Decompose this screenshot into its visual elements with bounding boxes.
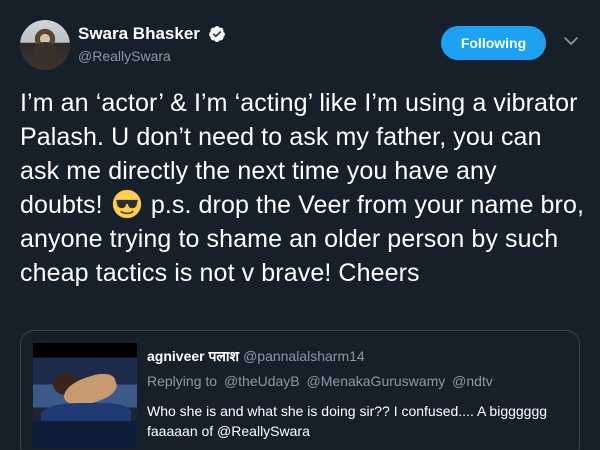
chevron-down-icon[interactable] <box>562 32 580 50</box>
quoted-tweet-text: Who she is and what she is doing sir?? I… <box>147 403 548 439</box>
quoted-tweet-author: agniveer पलाश @pannalalsharm14 <box>147 347 567 366</box>
tweet-text: I’m an ‘actor’ & I’m ‘acting’ like I’m u… <box>20 86 585 290</box>
tweet-header: Swara Bhasker @ReallySwara Following <box>20 18 585 70</box>
quoted-tweet-image[interactable] <box>33 343 137 447</box>
author-display-name[interactable]: Swara Bhasker <box>78 24 200 44</box>
quoted-author-name: agniveer पलाश <box>147 348 240 364</box>
replying-to-mention[interactable]: @theUdayB <box>224 373 300 389</box>
tweet-card: Swara Bhasker @ReallySwara Following I’m… <box>0 0 600 450</box>
quoted-tweet[interactable]: agniveer पलाश @pannalalsharm14 Replying t… <box>20 330 580 450</box>
replying-to-mention[interactable]: @MenakaGuruswamy <box>307 373 446 389</box>
following-button[interactable]: Following <box>441 26 546 60</box>
tweet-text-part-2: p.s. drop the Veer from your name bro, a… <box>20 191 584 287</box>
author-handle[interactable]: @ReallySwara <box>78 48 226 64</box>
avatar[interactable] <box>20 20 70 70</box>
author-names: Swara Bhasker @ReallySwara <box>78 24 226 64</box>
replying-to-line: Replying to @theUdayB @MenakaGuruswamy @… <box>147 373 567 389</box>
quoted-author-handle: @pannalalsharm14 <box>243 348 365 364</box>
sunglasses-emoji-icon <box>112 189 141 219</box>
replying-to-mention[interactable]: @ndtv <box>452 373 493 389</box>
verified-badge-icon <box>209 26 226 42</box>
replying-to-label: Replying to <box>147 373 218 389</box>
